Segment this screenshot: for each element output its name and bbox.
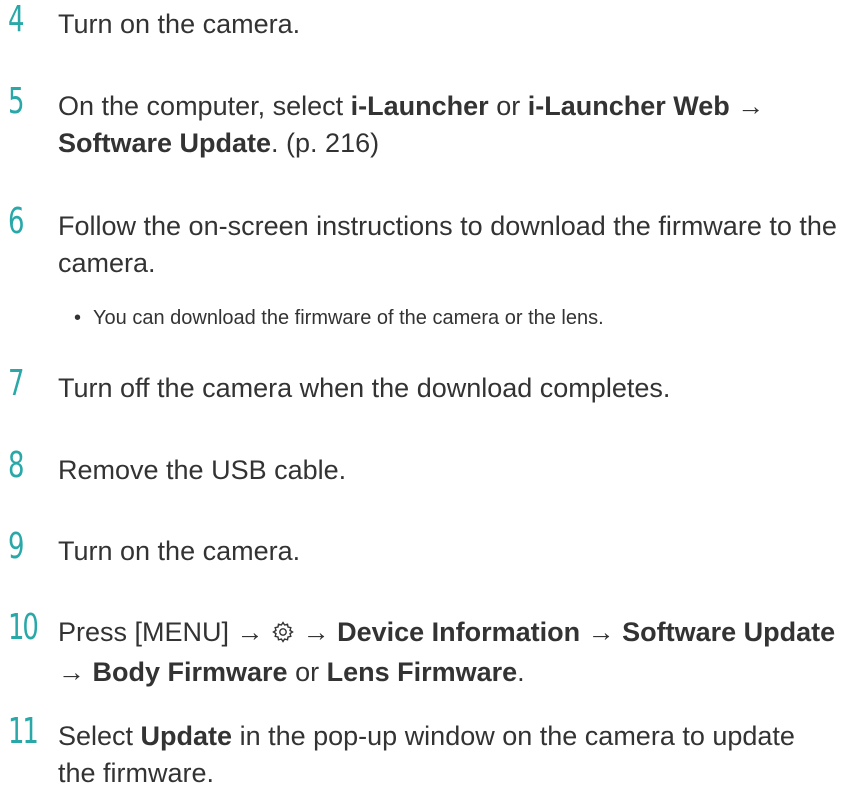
text-segment: Select xyxy=(58,721,141,751)
text-segment: On the computer, select xyxy=(58,91,351,121)
arrow-separator: → xyxy=(729,91,765,121)
bold-term: Body Firmware xyxy=(92,657,288,687)
step-text: Turn on the camera. xyxy=(58,9,301,39)
arrow-separator: → xyxy=(580,617,623,647)
step-text: Remove the USB cable. xyxy=(58,455,347,485)
step-number: 8 xyxy=(8,445,24,486)
step-text: Follow the on-screen instructions to dow… xyxy=(58,211,837,278)
text-segment: or xyxy=(488,91,528,121)
text-segment: . (p. 216) xyxy=(271,128,380,158)
bold-term: Lens Firmware xyxy=(326,657,518,687)
arrow-separator: → xyxy=(295,617,338,647)
step-number: 9 xyxy=(8,526,24,567)
step-number: 10 xyxy=(8,607,39,648)
text-segment: Press [ xyxy=(58,617,143,647)
gear-icon xyxy=(271,617,295,654)
text-segment: ] xyxy=(221,617,230,647)
arrow-separator: → xyxy=(58,657,93,687)
text-segment: . xyxy=(517,657,525,687)
step-number: 4 xyxy=(8,0,24,40)
menu-button-label: MENU xyxy=(142,617,222,647)
bullet-item: • You can download the firmware of the ca… xyxy=(74,304,604,332)
step-text: Press [MENU] → → Device Information → So… xyxy=(58,614,838,691)
bullet-text: You can download the firmware of the cam… xyxy=(93,307,604,329)
step-number: 7 xyxy=(8,363,24,404)
step-number: 5 xyxy=(8,81,24,122)
bold-term: i-Launcher Web xyxy=(527,91,730,121)
bold-term: Software Update xyxy=(58,128,272,158)
bold-term: i-Launcher xyxy=(350,91,489,121)
step-text: Turn on the camera. xyxy=(58,536,301,566)
manual-page: 4 Turn on the camera. 5 On the computer,… xyxy=(0,0,846,791)
step-text: On the computer, select i-Launcher or i-… xyxy=(58,88,838,162)
bold-term: Software Update xyxy=(622,617,836,647)
step-number: 6 xyxy=(8,201,24,242)
bold-term: Device Information xyxy=(337,617,581,647)
step-text: Select Update in the pop-up window on th… xyxy=(58,718,838,792)
step-text: Turn off the camera when the download co… xyxy=(58,373,671,403)
step-number: 11 xyxy=(8,711,39,752)
text-segment: or xyxy=(287,657,327,687)
arrow-separator: → xyxy=(229,617,272,647)
bullet-dot: • xyxy=(74,307,82,329)
bold-term: Update xyxy=(140,721,233,751)
